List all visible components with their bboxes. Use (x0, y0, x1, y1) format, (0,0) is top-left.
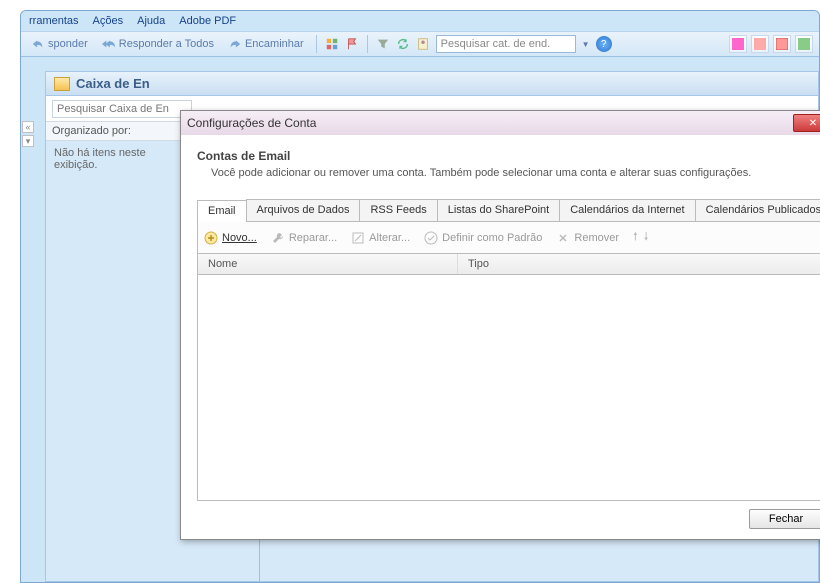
pdf-settings-icon[interactable] (795, 35, 813, 53)
menu-help[interactable]: Ajuda (137, 15, 165, 27)
reply-all-button[interactable]: Responder a Todos (98, 35, 218, 53)
menu-bar: rramentas Ações Ajuda Adobe PDF (21, 11, 819, 31)
close-button[interactable]: ✕ (793, 114, 820, 132)
send-receive-icon[interactable] (396, 37, 410, 51)
nav-collapse-down[interactable]: ▾ (22, 135, 34, 147)
tab-published-cal[interactable]: Calendários Publicados (695, 199, 820, 221)
address-search-input[interactable]: Pesquisar cat. de end. (436, 35, 576, 53)
tab-email[interactable]: Email (197, 200, 247, 222)
reply-button[interactable]: sponder (27, 35, 92, 53)
move-up-button: 🠕 (633, 228, 638, 247)
check-icon (424, 231, 438, 245)
column-name[interactable]: Nome (198, 254, 458, 274)
menu-actions[interactable]: Ações (93, 15, 124, 27)
reorder-arrows: 🠕 🠗 (633, 228, 648, 247)
dialog-heading: Contas de Email (197, 149, 820, 163)
account-toolbar: Novo... Reparar... Alterar... Definir co… (197, 222, 820, 254)
folder-search-input[interactable] (52, 100, 192, 118)
nav-expand-left[interactable]: « (22, 121, 34, 133)
change-account-button: Alterar... (351, 231, 410, 245)
account-settings-dialog: Configurações de Conta ✕ Contas de Email… (180, 110, 820, 540)
tab-internet-cal[interactable]: Calendários da Internet (559, 199, 695, 221)
tab-data-files[interactable]: Arquivos de Dados (246, 199, 361, 221)
pdf-folder-icon[interactable] (773, 35, 791, 53)
nav-pane-toggles: « ▾ (22, 119, 36, 149)
organize-label: Organizado por: (52, 125, 131, 137)
delete-icon (556, 231, 570, 245)
forward-icon (228, 37, 242, 51)
address-book-icon[interactable] (416, 37, 430, 51)
set-default-button: Definir como Padrão (424, 231, 542, 245)
reply-all-icon (102, 37, 116, 51)
empty-message: Não há itens neste exibição. (46, 141, 186, 177)
wrench-icon (271, 231, 285, 245)
toolbar-separator-2 (367, 35, 368, 53)
edit-icon (351, 231, 365, 245)
dialog-titlebar[interactable]: Configurações de Conta ✕ (181, 111, 820, 135)
close-dialog-button[interactable]: Fechar (749, 509, 820, 529)
pdf-attach-icon[interactable] (729, 35, 747, 53)
pdf-toolbar (729, 35, 813, 53)
new-account-button[interactable]: Novo... (204, 231, 257, 245)
repair-account-button: Reparar... (271, 231, 337, 245)
search-dropdown-arrow[interactable]: ▼ (582, 40, 590, 49)
dialog-body: Contas de Email Você pode adicionar ou r… (181, 135, 820, 539)
dialog-description: Você pode adicionar ou remover uma conta… (211, 167, 820, 179)
account-list-header: Nome Tipo (197, 254, 820, 275)
remove-account-button: Remover (556, 231, 619, 245)
menu-tools[interactable]: rramentas (29, 15, 79, 27)
toolbar-separator (316, 35, 317, 53)
forward-button[interactable]: Encaminhar (224, 35, 308, 53)
move-down-button: 🠗 (644, 228, 649, 247)
new-icon (204, 231, 218, 245)
help-icon[interactable]: ? (596, 36, 612, 52)
dialog-tabs: Email Arquivos de Dados RSS Feeds Listas… (197, 199, 820, 222)
menu-adobe-pdf[interactable]: Adobe PDF (179, 15, 236, 27)
folder-title: Caixa de En (76, 76, 150, 91)
categorize-icon[interactable] (325, 37, 339, 51)
account-list[interactable] (197, 275, 820, 501)
filter-icon[interactable] (376, 37, 390, 51)
column-type[interactable]: Tipo (458, 254, 820, 274)
folder-header: Caixa de En (46, 72, 818, 96)
dialog-title: Configurações de Conta (187, 116, 316, 130)
tab-rss[interactable]: RSS Feeds (359, 199, 437, 221)
main-toolbar: sponder Responder a Todos Encaminhar Pes… (21, 31, 819, 57)
reply-icon (31, 37, 45, 51)
flag-icon[interactable] (345, 37, 359, 51)
folder-icon (54, 77, 70, 91)
dialog-footer: Fechar (197, 501, 820, 529)
tab-sharepoint[interactable]: Listas do SharePoint (437, 199, 561, 221)
pdf-convert-icon[interactable] (751, 35, 769, 53)
